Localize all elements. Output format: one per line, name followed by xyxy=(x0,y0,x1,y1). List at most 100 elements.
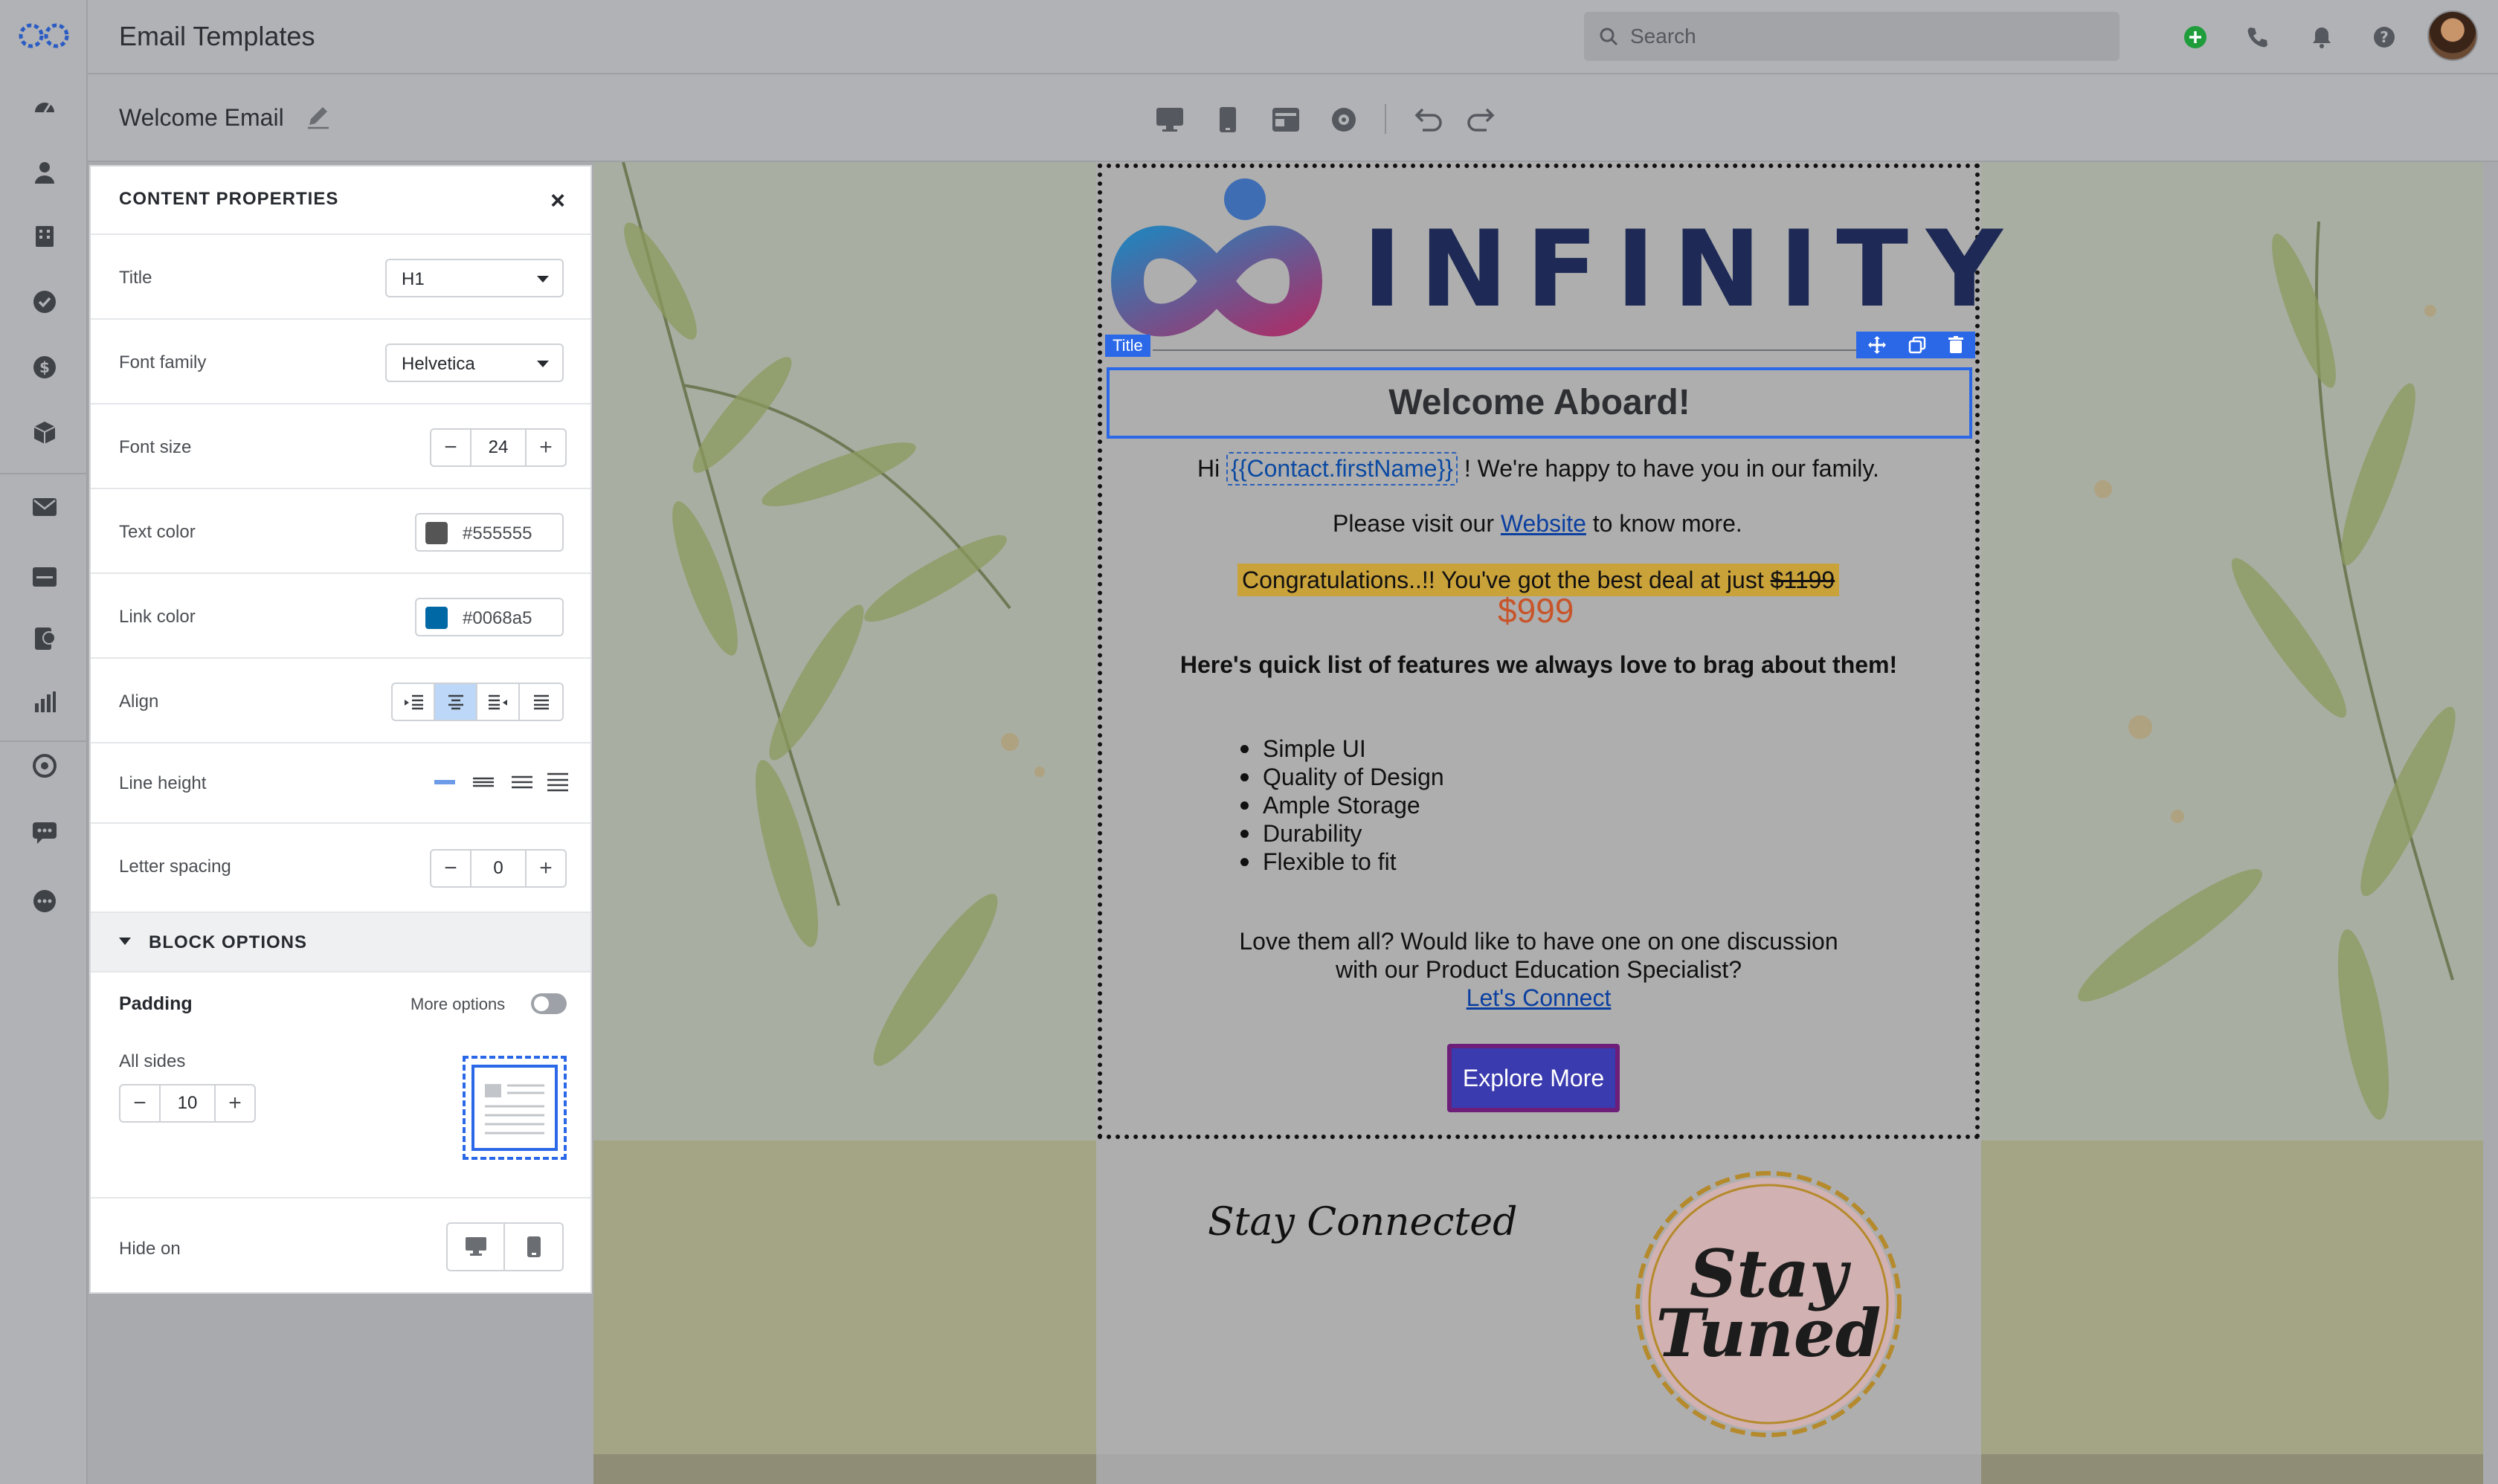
close-icon[interactable]: × xyxy=(541,184,574,217)
move-icon[interactable] xyxy=(1867,335,1887,355)
font-size-row: Font size − 24 + xyxy=(91,404,590,489)
search-box[interactable] xyxy=(1584,12,2119,61)
list-item: Flexible to fit xyxy=(1240,848,1444,876)
email-heading[interactable]: Welcome Aboard! xyxy=(1110,382,1969,423)
padding-preview-inner xyxy=(471,1065,558,1151)
line-height-small-icon[interactable] xyxy=(470,769,497,796)
align-left-button[interactable] xyxy=(393,684,435,720)
products-icon[interactable] xyxy=(30,418,59,448)
text-color-label: Text color xyxy=(119,522,196,542)
title-guide-line xyxy=(1153,349,1856,351)
email-footer-strip xyxy=(1096,1454,1981,1484)
companies-icon[interactable] xyxy=(30,222,59,251)
trash-icon[interactable] xyxy=(1948,336,1964,354)
avatar[interactable] xyxy=(2427,10,2478,61)
block-options-header[interactable]: BLOCK OPTIONS xyxy=(91,913,590,972)
chevron-down-icon xyxy=(537,361,549,367)
align-right-button[interactable] xyxy=(477,684,520,720)
align-row: Align xyxy=(91,659,590,743)
font-family-value: Helvetica xyxy=(402,354,475,374)
align-justify-button[interactable] xyxy=(520,684,562,720)
decrease-button[interactable]: − xyxy=(431,430,470,465)
feature-list[interactable]: Simple UI Quality of Design Ample Storag… xyxy=(1240,735,1444,876)
line-height-label: Line height xyxy=(119,773,207,793)
merge-tag[interactable]: {{Contact.firstName}} xyxy=(1226,452,1458,485)
add-icon[interactable] xyxy=(2179,21,2212,54)
search-input[interactable] xyxy=(1630,25,2076,48)
preview-icon[interactable] xyxy=(1327,103,1361,137)
infinity-logo-icon xyxy=(1110,178,1323,337)
line-height-compact-icon[interactable] xyxy=(431,769,458,796)
brand-name: INFINITY xyxy=(1362,208,2021,331)
deals-icon[interactable]: $ xyxy=(30,352,59,382)
title-block-selected[interactable]: Welcome Aboard! xyxy=(1107,367,1972,439)
duplicate-icon[interactable] xyxy=(1908,336,1926,354)
line-height-large-icon[interactable] xyxy=(544,769,571,796)
increase-button[interactable]: + xyxy=(216,1085,254,1121)
discussion-line-1[interactable]: Love them all? Would like to have one on… xyxy=(1096,928,1981,955)
help-icon[interactable]: ? xyxy=(2368,21,2401,54)
website-link[interactable]: Website xyxy=(1501,510,1586,537)
list-item: Ample Storage xyxy=(1240,791,1444,819)
text-color-row: Text color #555555 xyxy=(91,489,590,574)
template-name: Welcome Email xyxy=(119,104,284,131)
reports-icon[interactable] xyxy=(30,687,59,717)
hide-desktop-button[interactable] xyxy=(448,1224,505,1270)
pencil-icon[interactable] xyxy=(303,103,333,132)
increase-button[interactable]: + xyxy=(527,430,565,465)
promo-price[interactable]: $999 xyxy=(1498,590,1574,630)
line-height-medium-icon[interactable] xyxy=(509,769,535,796)
text-color-field[interactable]: #555555 xyxy=(415,513,564,552)
font-family-select[interactable]: Helvetica xyxy=(385,343,564,382)
align-buttons xyxy=(391,683,564,721)
dashboard-icon[interactable] xyxy=(30,92,59,122)
toolbar-divider xyxy=(1385,104,1386,134)
discussion-line-2[interactable]: with our Product Education Specialist? xyxy=(1096,956,1981,984)
mobile-icon xyxy=(527,1236,541,1257)
more-icon[interactable] xyxy=(30,886,59,916)
more-options-label: More options xyxy=(411,995,506,1013)
features-heading[interactable]: Here's quick list of features we always … xyxy=(1096,651,1981,679)
redo-icon[interactable] xyxy=(1464,103,1498,137)
greeting-text[interactable]: Hi {{Contact.firstName}} ! We're happy t… xyxy=(1197,452,1879,485)
mobile-icon[interactable] xyxy=(1211,103,1245,137)
email-icon[interactable] xyxy=(30,492,59,522)
more-options-toggle[interactable] xyxy=(531,993,567,1014)
hide-mobile-button[interactable] xyxy=(505,1224,562,1270)
automation-icon[interactable] xyxy=(30,751,59,781)
padding-value[interactable]: 10 xyxy=(159,1085,216,1121)
caret-down-icon xyxy=(119,938,131,945)
contacts-icon[interactable] xyxy=(30,158,59,187)
phone-icon[interactable] xyxy=(2241,21,2274,54)
title-select[interactable]: H1 xyxy=(385,259,564,297)
undo-icon[interactable] xyxy=(1411,103,1446,137)
left-nav-rail: $ xyxy=(0,0,88,1484)
text-color-swatch[interactable] xyxy=(425,522,448,544)
stay-tuned-badge[interactable]: Stay Tuned xyxy=(1620,1155,1917,1453)
link-color-field[interactable]: #0068a5 xyxy=(415,598,564,636)
visit-text[interactable]: Please visit our Website to know more. xyxy=(1333,510,1742,538)
connect-link[interactable]: Let's Connect xyxy=(1467,984,1612,1011)
increase-button[interactable]: + xyxy=(527,851,565,886)
letter-spacing-stepper: − 0 + xyxy=(430,849,567,888)
letter-spacing-value[interactable]: 0 xyxy=(470,851,527,886)
padding-stepper: − 10 + xyxy=(119,1084,256,1123)
chat-icon[interactable] xyxy=(30,818,59,848)
app-logo-icon[interactable] xyxy=(16,21,71,51)
inbox-icon[interactable] xyxy=(30,562,59,592)
template-icon[interactable] xyxy=(1269,103,1303,137)
decrease-button[interactable]: − xyxy=(120,1085,159,1121)
desktop-icon[interactable] xyxy=(1153,103,1187,137)
tasks-icon[interactable] xyxy=(30,287,59,317)
stay-connected-text[interactable]: Stay Connected xyxy=(1208,1200,1517,1245)
block-options-title: BLOCK OPTIONS xyxy=(149,932,308,952)
forms-icon[interactable] xyxy=(30,625,59,654)
link-color-swatch[interactable] xyxy=(425,607,448,629)
decrease-button[interactable]: − xyxy=(431,851,470,886)
bell-icon[interactable] xyxy=(2305,21,2338,54)
explore-more-button[interactable]: Explore More xyxy=(1447,1044,1620,1112)
font-size-value[interactable]: 24 xyxy=(470,430,527,465)
align-center-button[interactable] xyxy=(435,684,477,720)
align-label: Align xyxy=(119,691,159,712)
all-sides-label: All sides xyxy=(119,1051,186,1071)
